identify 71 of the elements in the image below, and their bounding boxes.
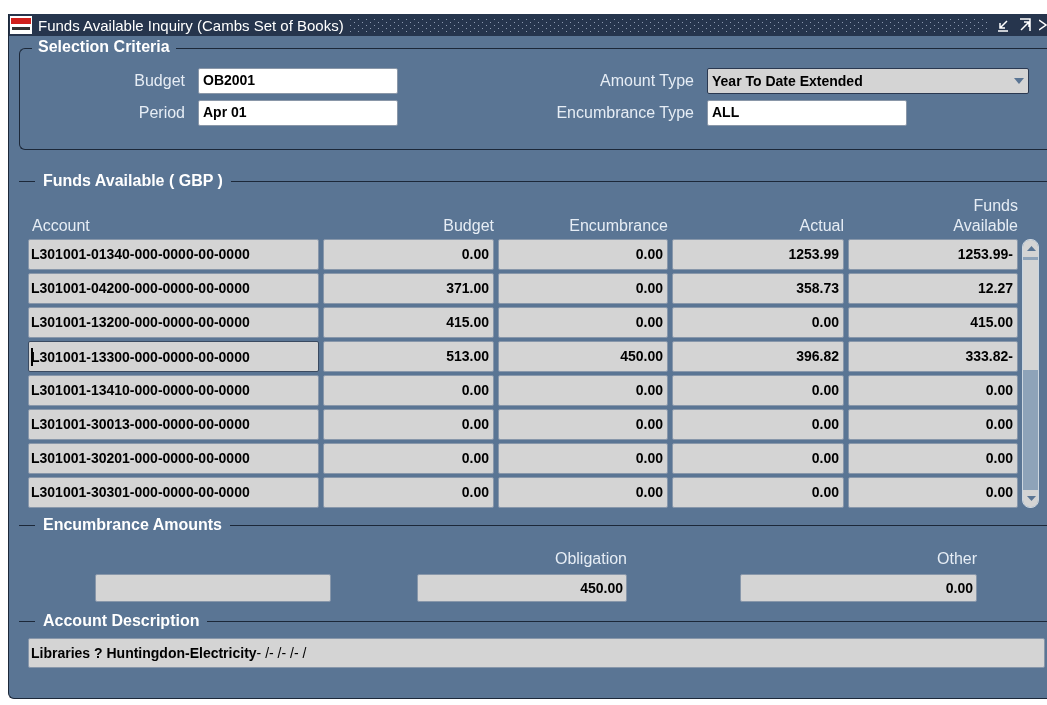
table-cell[interactable]: 0.00 [672, 375, 844, 406]
table-cell[interactable]: 1253.99- [848, 239, 1018, 270]
table-cell[interactable]: L301001-30201-000-0000-00-0000 [28, 443, 319, 474]
field-label: Period [137, 104, 185, 122]
app-logo-icon [10, 16, 32, 34]
table-cell[interactable]: 0.00 [323, 409, 494, 440]
table-cell[interactable]: 0.00 [672, 307, 844, 338]
scroll-down-icon[interactable] [1023, 490, 1038, 507]
table-cell[interactable]: L301001-13410-000-0000-00-0000 [28, 375, 319, 406]
table-cell[interactable]: L301001-30301-000-0000-00-0000 [28, 477, 319, 508]
table-cell[interactable]: 0.00 [848, 409, 1018, 440]
section-title: Account Description [43, 612, 200, 630]
input-field[interactable]: 450.00 [417, 574, 627, 602]
field-label: Obligation [553, 550, 627, 569]
table-cell[interactable]: 0.00 [672, 443, 844, 474]
table-cell[interactable]: 12.27 [848, 273, 1018, 304]
table-cell[interactable]: 371.00 [323, 273, 494, 304]
table-cell[interactable]: 0.00 [848, 375, 1018, 406]
table-cell[interactable]: 0.00 [323, 477, 494, 508]
table-cell[interactable]: 0.00 [498, 307, 668, 338]
close-icon[interactable] [1039, 17, 1047, 33]
field-label: Encumbrance Type [555, 104, 694, 122]
table-cell[interactable]: 358.73 [672, 273, 844, 304]
table-cell[interactable]: 0.00 [498, 273, 668, 304]
table-cell[interactable]: 415.00 [323, 307, 494, 338]
scroll-up-icon[interactable] [1023, 240, 1038, 257]
minimize-icon[interactable] [995, 17, 1011, 33]
scrollbar[interactable] [1022, 239, 1039, 508]
amount-type-dropdown[interactable]: Year To Date Extended [707, 68, 1029, 94]
table-cell[interactable]: 0.00 [498, 239, 668, 270]
table-cell[interactable]: L301001-30013-000-0000-00-0000 [28, 409, 319, 440]
field-label: Other [936, 550, 977, 569]
table-cell[interactable]: 0.00 [672, 409, 844, 440]
table-cell[interactable]: 0.00 [848, 477, 1018, 508]
caret-icon [1014, 78, 1024, 84]
column-header: Budget [442, 216, 494, 236]
table-cell[interactable]: 0.00 [323, 375, 494, 406]
table-cell[interactable]: 333.82- [848, 341, 1018, 372]
input-field[interactable]: Apr 01 [198, 100, 398, 126]
table-cell[interactable]: 0.00 [323, 239, 494, 270]
input-field[interactable]: ALL [707, 100, 907, 126]
description-field[interactable]: Libraries ? Huntingdon-Electricity- /- /- /- / [28, 638, 1045, 668]
table-cell[interactable]: 0.00 [672, 477, 844, 508]
table-cell[interactable]: L301001-04200-000-0000-00-0000 [28, 273, 319, 304]
table-cell[interactable]: 1253.99 [672, 239, 844, 270]
table-cell[interactable]: 0.00 [498, 443, 668, 474]
table-cell[interactable]: L301001-01340-000-0000-00-0000 [28, 239, 319, 270]
table-cell[interactable]: 0.00 [498, 477, 668, 508]
input-field[interactable]: 0.00 [740, 574, 977, 602]
input-field[interactable]: OB2001 [198, 68, 398, 94]
table-cell[interactable]: 0.00 [498, 409, 668, 440]
section-title: Funds Available ( GBP ) [43, 172, 223, 190]
table-cell[interactable]: 0.00 [848, 443, 1018, 474]
column-header: Funds Available [952, 196, 1018, 236]
column-header: Encumbrance [568, 216, 668, 236]
table-cell[interactable]: L301001-13200-000-0000-00-0000 [28, 307, 319, 338]
table-cell[interactable]: 450.00 [498, 341, 668, 372]
field-label: Budget [133, 72, 185, 90]
table-cell[interactable]: 0.00 [498, 375, 668, 406]
field-label: Amount Type [599, 72, 694, 90]
table-cell[interactable]: 396.82 [672, 341, 844, 372]
column-header: Account [31, 216, 91, 236]
window-title: Funds Available Inquiry (Cambs Set of Books) [38, 16, 344, 34]
table-cell[interactable]: 0.00 [323, 443, 494, 474]
table-cell[interactable]: 415.00 [848, 307, 1018, 338]
table-cell[interactable]: L301001-13300-000-0000-00-0000 [28, 341, 319, 372]
maximize-icon[interactable] [1017, 17, 1033, 33]
section-title: Encumbrance Amounts [43, 516, 222, 534]
table-cell[interactable]: 513.00 [323, 341, 494, 372]
column-header: Actual [798, 216, 844, 236]
input-field[interactable] [95, 574, 331, 602]
